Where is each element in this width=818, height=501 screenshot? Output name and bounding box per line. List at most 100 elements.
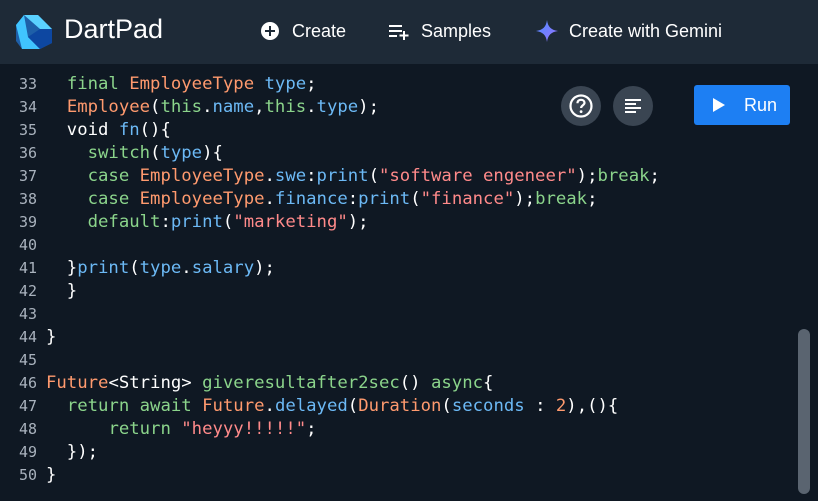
create-button[interactable]: Create: [259, 18, 346, 44]
line-number: 43: [18, 305, 37, 323]
code-token: type: [160, 143, 203, 163]
code-line[interactable]: }print(type.salary);: [46, 257, 275, 280]
line-number: 40: [18, 236, 37, 254]
code-token: ;: [306, 419, 317, 439]
line-number: 37: [18, 167, 37, 185]
code-line[interactable]: void fn(){: [46, 119, 171, 142]
help-button[interactable]: [561, 86, 601, 126]
code-token: .: [306, 97, 317, 117]
code-token: case: [87, 166, 130, 186]
code-line[interactable]: final EmployeeType type;: [46, 73, 317, 96]
line-number: 47: [18, 397, 37, 415]
line-number: 46: [18, 374, 37, 392]
line-number: 38: [18, 190, 37, 208]
code-token: (: [129, 258, 140, 278]
playlist-add-icon: [388, 20, 410, 42]
gemini-sparkle-icon: [536, 20, 558, 42]
code-line[interactable]: case EmployeeType.finance:print("finance…: [46, 188, 598, 211]
code-token: (){: [139, 120, 171, 140]
code-token: finance: [274, 189, 348, 209]
code-line[interactable]: Future<String> giveresultafter2sec() asy…: [46, 372, 493, 395]
code-line[interactable]: case EmployeeType.swe:print("software en…: [46, 165, 660, 188]
code-token: (: [222, 212, 234, 232]
code-token: print: [358, 189, 411, 209]
code-token: {: [483, 373, 494, 393]
code-line[interactable]: }: [46, 326, 56, 349]
code-line[interactable]: return "heyyy!!!!!";: [46, 418, 317, 441]
code-token: Future: [46, 373, 109, 393]
code-token: "finance": [420, 189, 515, 209]
format-button[interactable]: [613, 86, 653, 126]
code-token: giveresultafter2sec: [202, 373, 400, 393]
code-token: type: [139, 258, 182, 278]
code-line[interactable]: switch(type){: [46, 142, 223, 165]
code-token: :: [306, 166, 317, 186]
line-number: 41: [18, 259, 37, 277]
code-token: "marketing": [233, 212, 348, 232]
code-token: );: [347, 212, 369, 232]
gemini-label: Create with Gemini: [569, 20, 723, 41]
code-token: this: [264, 97, 307, 117]
code-token: break: [535, 189, 588, 209]
code-token: final: [66, 74, 119, 94]
code-token: "software engeneer": [378, 166, 577, 186]
code-token: "heyyy!!!!!": [181, 419, 307, 439]
code-token: :: [347, 189, 359, 209]
code-line[interactable]: default:print("marketing");: [46, 211, 369, 234]
code-token: (: [347, 396, 359, 416]
code-token: type: [316, 97, 359, 117]
code-token: swe: [274, 166, 307, 186]
line-number: 44: [18, 328, 37, 346]
create-label: Create: [292, 20, 347, 41]
code-token: :: [160, 212, 171, 232]
code-token: (: [150, 97, 161, 117]
code-token: }: [46, 258, 78, 278]
samples-button[interactable]: Samples: [388, 18, 491, 44]
vertical-scrollbar[interactable]: [798, 329, 810, 494]
add-circle-icon: [259, 20, 281, 42]
code-token: .: [264, 396, 275, 416]
app-header: DartPad Create Samples Create with Gemin…: [0, 0, 818, 64]
line-number: 34: [18, 98, 37, 116]
code-token: (: [441, 396, 452, 416]
line-number-gutter: 33 34 35 36 37 38 39 40 41 42 43 44 45 46 47 48 49 50: [0, 64, 40, 501]
code-token: EmployeeType: [129, 74, 255, 94]
code-line[interactable]: Employee(this.name,this.type);: [46, 96, 379, 119]
code-token: ;: [587, 189, 598, 209]
code-token: }: [46, 327, 57, 347]
code-token: Duration: [358, 396, 442, 416]
line-number: 48: [18, 420, 37, 438]
code-line[interactable]: });: [46, 441, 98, 464]
code-line[interactable]: return await Future.delayed(Duration(sec…: [46, 395, 619, 418]
code-token: break: [597, 166, 650, 186]
run-button[interactable]: Run: [694, 85, 790, 125]
create-with-gemini-button[interactable]: Create with Gemini: [536, 18, 722, 44]
code-token: Future: [202, 396, 265, 416]
app-title: DartPad: [64, 14, 164, 44]
code-token: }: [46, 281, 78, 301]
code-token: (: [150, 143, 161, 163]
code-token: return: [108, 419, 171, 439]
code-token: .: [264, 166, 275, 186]
code-token: );: [514, 189, 536, 209]
code-token: print: [77, 258, 130, 278]
code-line[interactable]: }: [46, 280, 77, 303]
code-editor[interactable]: 33 34 35 36 37 38 39 40 41 42 43 44 45 46 47 48 49 50 fin…: [0, 64, 818, 501]
code-token: EmployeeType: [139, 189, 265, 209]
help-circle-icon: [569, 94, 593, 118]
code-token: ;: [649, 166, 660, 186]
play-icon: [713, 98, 725, 112]
code-token: this: [160, 97, 203, 117]
code-line[interactable]: }: [46, 464, 56, 487]
